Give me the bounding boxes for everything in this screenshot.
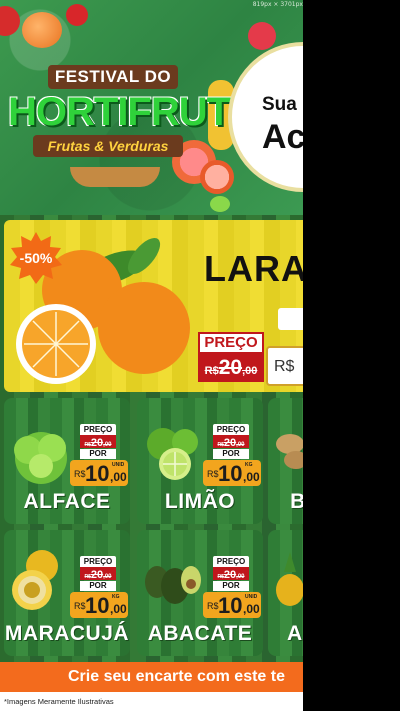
- featured-old-int: 20: [218, 356, 243, 379]
- new-currency: R$: [207, 601, 219, 611]
- new-dec: ,00: [110, 470, 127, 484]
- old-dec: ,00: [236, 442, 245, 448]
- banner-subtitle: Frutas & Verduras: [33, 135, 183, 157]
- discount-badge: -50%: [10, 232, 62, 284]
- new-int: 10: [218, 593, 243, 618]
- por-label: POR: [80, 449, 116, 459]
- new-dec: ,00: [243, 470, 260, 484]
- old-dec: ,00: [103, 442, 112, 448]
- header-message-circle: Sua Ac: [228, 42, 303, 192]
- new-price: R$ 10 UNID ,00: [70, 460, 128, 486]
- featured-new-currency: R$: [274, 358, 295, 375]
- por-label: POR: [80, 581, 116, 591]
- new-dec: ,00: [243, 602, 260, 616]
- product-card-alface: PREÇO R$20,00 POR R$ 10 UNID ,00 ALFACE: [4, 398, 130, 524]
- pineapple-image: [276, 552, 303, 606]
- new-price: R$ 10 KG ,00: [203, 460, 261, 486]
- lettuce-image: [14, 432, 67, 484]
- old-int: 20: [223, 437, 237, 449]
- product-card-ai: AI: [268, 530, 303, 656]
- lime-image: [210, 196, 230, 212]
- potato-image: [276, 434, 303, 469]
- por-label: POR: [213, 449, 249, 459]
- product-name: ABACATE: [147, 622, 253, 645]
- product-card-limao: PREÇO R$20,00 POR R$ 10 KG ,00 LIMÃO: [137, 398, 263, 524]
- product-name: AI: [287, 622, 303, 645]
- new-currency: R$: [207, 469, 219, 479]
- passion-fruit-image: [12, 550, 58, 610]
- footnote: *Imagens Meramente Ilustrativas: [0, 692, 303, 711]
- product-name: ALFACE: [23, 490, 111, 513]
- new-int: 10: [85, 593, 110, 618]
- discount-label: -50%: [19, 250, 53, 266]
- old-int: 20: [90, 569, 104, 581]
- lime-image: [147, 428, 198, 480]
- featured-product: -50% LARA PREÇO R$20,00 R$: [4, 220, 303, 392]
- featured-old-currency: R$: [204, 365, 219, 377]
- flyer-header: FESTIVAL DO HORTIFRUTI Frutas & Verduras…: [0, 0, 303, 215]
- new-currency: R$: [74, 601, 86, 611]
- featured-new-price: R$: [266, 346, 303, 386]
- old-dec: ,00: [103, 574, 112, 580]
- lychee-image: [248, 22, 276, 50]
- strawberry-image: [66, 4, 88, 26]
- preco-label: PREÇO: [80, 424, 116, 435]
- peach-image: [22, 12, 62, 48]
- product-name: LIMÃO: [164, 490, 236, 513]
- banner-top-text: FESTIVAL DO: [48, 65, 178, 89]
- new-int: 10: [218, 461, 243, 486]
- old-price: R$20,00: [80, 435, 116, 449]
- preco-label: PREÇO: [213, 424, 249, 435]
- product-card-maracuja: PREÇO R$20,00 POR R$ 10 KG ,00 MARACUJÁ: [4, 530, 130, 656]
- banner-main-title: HORTIFRUTI: [8, 90, 241, 134]
- circle-line-2: Ac: [262, 118, 303, 156]
- old-dec: ,00: [236, 574, 245, 580]
- circle-line-1: Sua: [262, 94, 297, 115]
- por-label: POR: [213, 581, 249, 591]
- unit-label: UNID: [245, 594, 258, 600]
- dimensions-label: 819px × 3701px: [252, 1, 303, 8]
- new-int: 10: [85, 461, 110, 486]
- featured-price-label: PREÇO: [198, 332, 264, 354]
- old-price: R$20,00: [213, 567, 249, 581]
- fruit-basket-image: [70, 167, 160, 187]
- product-name: B: [290, 490, 303, 513]
- product-card-b: B: [268, 398, 303, 524]
- new-currency: R$: [74, 469, 86, 479]
- avocado-image: [145, 566, 201, 604]
- new-price: R$ 10 KG ,00: [70, 592, 128, 618]
- featured-old-price: R$20,00: [198, 354, 264, 382]
- old-price: R$20,00: [213, 435, 249, 449]
- unit-label: UNID: [112, 462, 125, 468]
- old-int: 20: [90, 437, 104, 449]
- preco-label: PREÇO: [213, 556, 249, 567]
- old-price: R$20,00: [80, 567, 116, 581]
- cta-banner[interactable]: Crie seu encarte com este te: [0, 662, 303, 692]
- unit-label: KG: [112, 594, 120, 600]
- festival-banner: FESTIVAL DO HORTIFRUTI Frutas & Verduras: [8, 55, 241, 187]
- featured-old-dec: ,00: [242, 365, 258, 377]
- unit-label: KG: [245, 462, 253, 468]
- apple-image: [0, 6, 20, 36]
- old-int: 20: [223, 569, 237, 581]
- flyer-canvas: FESTIVAL DO HORTIFRUTI Frutas & Verduras…: [0, 0, 303, 711]
- product-card-abacate: PREÇO R$20,00 POR R$ 10 UNID ,00 ABACATE: [137, 530, 263, 656]
- featured-product-name: LARA: [204, 248, 303, 289]
- new-price: R$ 10 UNID ,00: [203, 592, 261, 618]
- new-dec: ,00: [110, 602, 127, 616]
- product-name: MARACUJÁ: [4, 622, 130, 645]
- featured-unit-box: [278, 308, 303, 330]
- preco-label: PREÇO: [80, 556, 116, 567]
